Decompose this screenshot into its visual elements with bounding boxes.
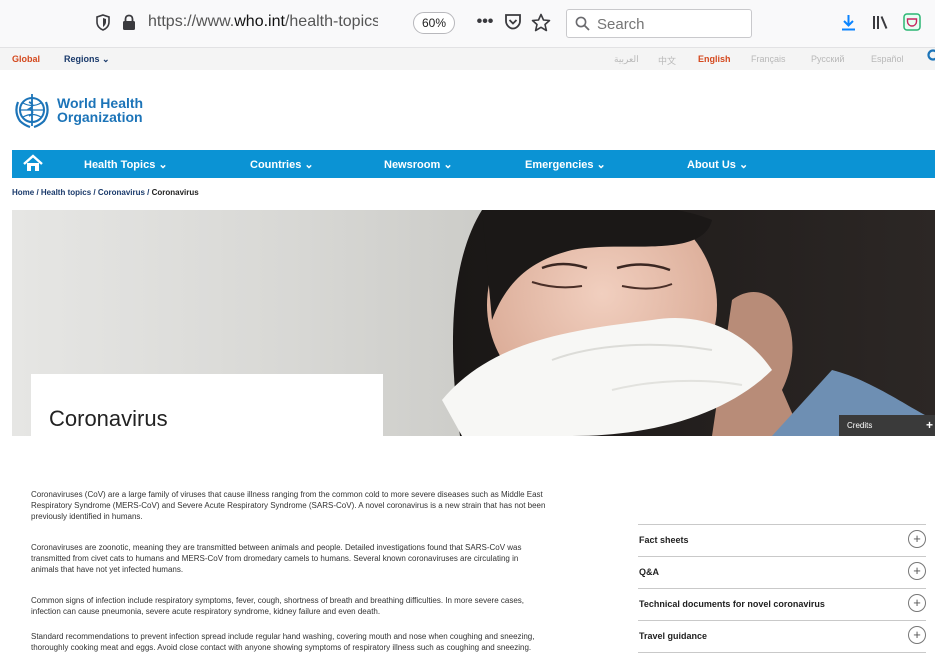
library-icon[interactable] [870, 12, 890, 32]
site-search-icon[interactable] [926, 49, 935, 65]
nav-label: Newsroom [384, 159, 441, 171]
language-chinese[interactable]: 中文 [658, 54, 676, 67]
search-icon [573, 14, 591, 32]
accordion-qa[interactable]: Q&A + [638, 556, 926, 588]
url-domain: who.int [234, 13, 285, 30]
nav-label: About Us [687, 159, 736, 171]
regions-menu[interactable]: Regions ⌄ [64, 54, 110, 65]
plus-circle-icon[interactable]: + [908, 562, 926, 580]
breadcrumb-home[interactable]: Home [12, 188, 34, 197]
page-title: Coronavirus [49, 406, 168, 431]
breadcrumb: Home / Health topics / Coronavirus / Cor… [12, 188, 199, 197]
global-link[interactable]: Global [12, 54, 40, 64]
accordion-technical-documents[interactable]: Technical documents for novel coronaviru… [638, 588, 926, 620]
pocket-extension-icon[interactable] [901, 11, 923, 33]
accordion-travel-guidance[interactable]: Travel guidance + [638, 620, 926, 653]
plus-circle-icon[interactable]: + [908, 594, 926, 612]
breadcrumb-current: Coronavirus [151, 188, 199, 197]
more-actions-icon[interactable]: ••• [474, 10, 496, 34]
lock-icon[interactable] [120, 12, 138, 32]
logo-line-1: World Health [57, 95, 144, 111]
chevron-down-icon: ⌄ [443, 159, 453, 171]
home-icon[interactable] [22, 154, 44, 178]
chevron-down-icon: ⌄ [596, 159, 606, 171]
hero-title-card: Coronavirus [31, 374, 383, 436]
nav-emergencies[interactable]: Emergencies ⌄ [525, 158, 606, 171]
language-spanish[interactable]: Español [871, 54, 904, 64]
breadcrumb-coronavirus[interactable]: Coronavirus [98, 188, 145, 197]
download-icon[interactable] [838, 12, 858, 32]
pocket-icon[interactable] [503, 12, 523, 32]
intro-paragraph-1: Coronaviruses (CoV) are a large family o… [31, 490, 546, 521]
who-logo[interactable]: World Health Organization [12, 90, 143, 135]
credits-toggle[interactable]: Credits + [839, 415, 935, 436]
chevron-down-icon: ⌄ [102, 54, 110, 64]
plus-circle-icon[interactable]: + [908, 626, 926, 644]
bookmark-star-icon[interactable] [530, 11, 552, 33]
search-input[interactable] [595, 13, 749, 35]
language-french[interactable]: Français [751, 54, 786, 64]
accordion-label: Fact sheets [639, 535, 689, 545]
who-emblem-icon [15, 94, 49, 129]
browser-toolbar: https://www.who.int/health-topics/co 60%… [0, 0, 935, 48]
zoom-level-button[interactable]: 60% [413, 12, 455, 34]
logo-line-2: Organization [57, 109, 143, 125]
accordion-label: Q&A [639, 567, 659, 577]
plus-icon: + [925, 418, 933, 432]
nav-countries[interactable]: Countries ⌄ [250, 158, 314, 171]
address-bar[interactable]: https://www.who.int/health-topics/co [148, 13, 378, 31]
logo-wordmark: World Health Organization [57, 96, 143, 124]
language-english[interactable]: English [698, 54, 731, 64]
global-language-bar: Global Regions ⌄ العربية 中文 English Fran… [0, 48, 935, 70]
nav-about-us[interactable]: About Us ⌄ [687, 158, 748, 171]
nav-label: Countries [250, 159, 302, 171]
accordion-label: Travel guidance [639, 631, 708, 641]
shield-icon[interactable] [94, 12, 112, 32]
breadcrumb-health-topics[interactable]: Health topics [41, 188, 91, 197]
chevron-down-icon: ⌄ [304, 159, 314, 171]
url-prefix: https://www. [148, 13, 235, 30]
intro-paragraph-3: Common signs of infection include respir… [31, 596, 524, 616]
main-navigation: Health Topics ⌄ Countries ⌄ Newsroom ⌄ E… [12, 150, 935, 178]
nav-newsroom[interactable]: Newsroom ⌄ [384, 158, 453, 171]
language-arabic[interactable]: العربية [614, 54, 639, 65]
url-path: /health-topics/co [284, 13, 378, 30]
nav-label: Emergencies [525, 159, 594, 171]
chevron-down-icon: ⌄ [738, 159, 749, 171]
chevron-down-icon: ⌄ [158, 159, 168, 171]
credits-label: Credits [847, 421, 873, 430]
intro-paragraph-4: Standard recommendations to prevent infe… [31, 632, 535, 652]
nav-health-topics[interactable]: Health Topics ⌄ [84, 158, 168, 171]
intro-paragraph-2: Coronaviruses are zoonotic, meaning they… [31, 543, 522, 574]
regions-label: Regions [64, 54, 100, 64]
nav-label: Health Topics [84, 159, 156, 171]
language-russian[interactable]: Русский [811, 54, 844, 64]
accordion-label: Technical documents for novel coronaviru… [639, 599, 825, 609]
accordion-fact-sheets[interactable]: Fact sheets + [638, 524, 926, 556]
plus-circle-icon[interactable]: + [908, 530, 926, 548]
browser-search-box[interactable] [566, 9, 752, 38]
